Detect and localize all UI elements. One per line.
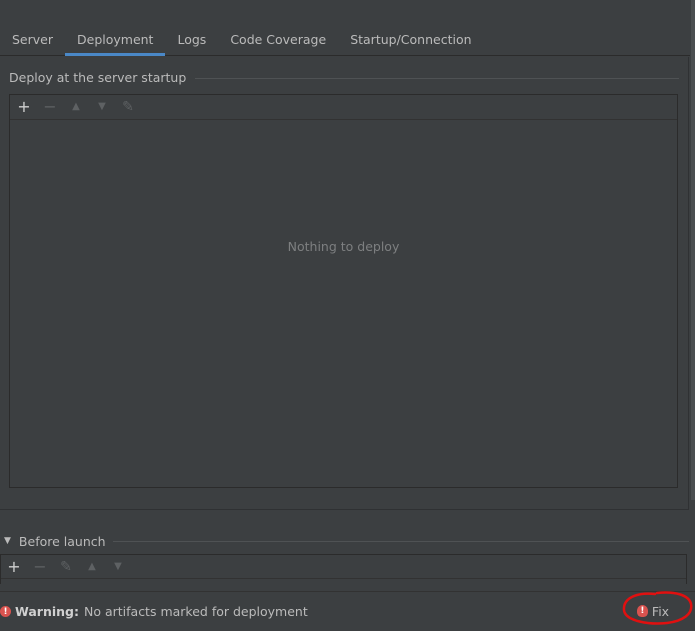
move-up-icon: ▲ <box>88 560 96 572</box>
before-launch-list[interactable]: + − ✎ ▲ ▼ <box>0 554 687 584</box>
add-icon[interactable]: + <box>14 97 34 117</box>
edit-icon: ✎ <box>122 99 134 115</box>
before-launch-header[interactable]: ▼ Before launch <box>0 532 689 550</box>
before-launch-title: Before launch <box>18 533 106 549</box>
tab-server[interactable]: Server <box>0 24 65 55</box>
deploy-toolbar: + − ▲ ▼ ✎ <box>10 95 677 120</box>
empty-list-text: Nothing to deploy <box>287 239 400 254</box>
deploy-section-header: Deploy at the server startup <box>9 70 679 85</box>
tab-deployment[interactable]: Deployment <box>65 24 166 56</box>
move-up-icon: ▲ <box>72 101 80 112</box>
deployment-panel: Deploy at the server startup + − ▲ ▼ ✎ N… <box>0 57 689 510</box>
warning-label: Warning: <box>15 604 79 619</box>
section-divider <box>112 540 689 542</box>
deploy-list[interactable]: + − ▲ ▼ ✎ Nothing to deploy <box>9 94 678 488</box>
before-launch-section: ▼ Before launch + − ✎ ▲ ▼ <box>0 532 689 584</box>
collapse-triangle-icon[interactable]: ▼ <box>4 536 11 546</box>
tab-bar: Server Deployment Logs Code Coverage Sta… <box>0 24 690 56</box>
warning-message: No artifacts marked for deployment <box>83 604 308 619</box>
section-divider <box>195 78 679 79</box>
move-down-icon: ▼ <box>114 560 122 572</box>
add-icon[interactable]: + <box>4 557 24 577</box>
remove-icon: − <box>33 556 47 576</box>
edit-icon: ✎ <box>60 558 72 575</box>
fix-label: Fix <box>651 603 670 619</box>
error-icon: ! <box>0 606 11 617</box>
bulb-icon: ! <box>636 605 648 617</box>
move-down-icon: ▼ <box>98 101 106 112</box>
warning-bar: ! Warning: No artifacts marked for deplo… <box>0 591 695 631</box>
remove-icon: − <box>43 97 57 116</box>
deploy-section-title: Deploy at the server startup <box>9 70 187 85</box>
before-launch-toolbar: + − ✎ ▲ ▼ <box>1 555 686 579</box>
vertical-scrollbar[interactable] <box>691 0 695 500</box>
tab-startup-connection[interactable]: Startup/Connection <box>338 24 483 55</box>
tab-logs[interactable]: Logs <box>165 24 218 55</box>
tab-code-coverage[interactable]: Code Coverage <box>218 24 338 55</box>
fix-button[interactable]: ! Fix <box>621 598 685 624</box>
